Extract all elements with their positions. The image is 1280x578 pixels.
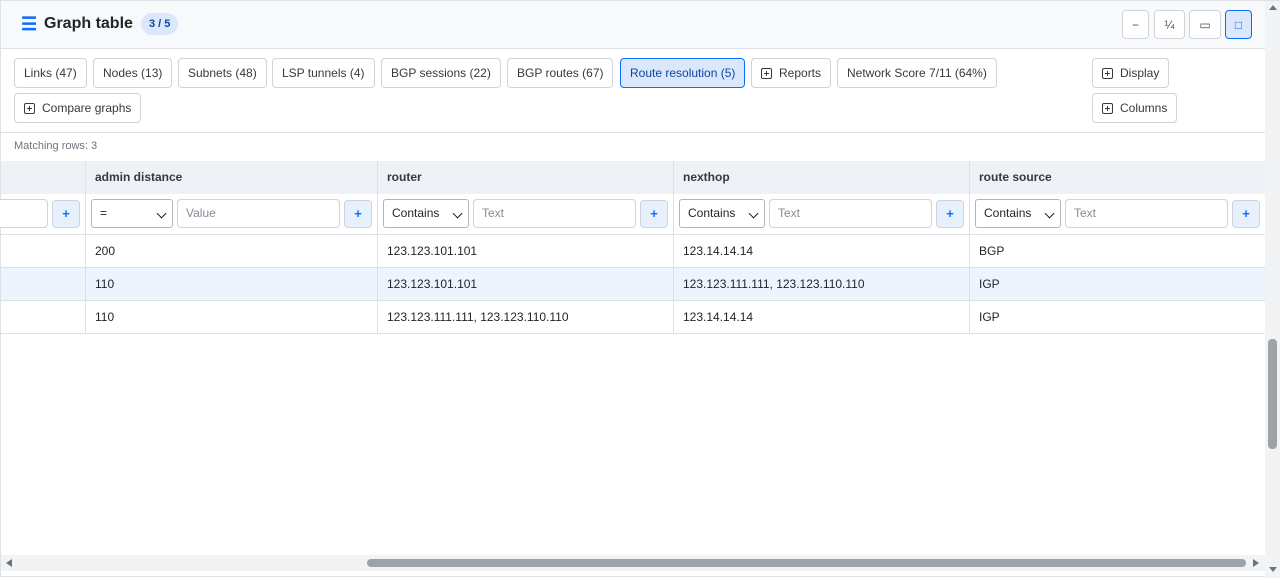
divider [1,132,1265,133]
cell-admin-distance: 110 [95,277,115,291]
vertical-scrollbar[interactable] [1265,1,1280,578]
half-size-button[interactable]: ▭ [1189,10,1221,39]
tab-bgp-sessions[interactable]: BGP sessions (22) [381,58,501,88]
tab-nodes[interactable]: Nodes (13) [93,58,173,88]
column-divider [673,161,674,334]
cell-admin-distance: 110 [95,310,115,324]
scroll-left-arrow-icon[interactable] [6,559,12,567]
table-row[interactable]: 200 123.123.101.101 123.14.14.14 BGP [1,235,1265,268]
cell-route-source: BGP [979,244,1005,258]
compare-graphs-label: Compare graphs [42,101,132,115]
panel-title: Graph table [44,15,133,32]
minimize-button[interactable]: − [1122,10,1149,39]
tab-subnets[interactable]: Subnets (48) [178,58,267,88]
route-source-operator-select[interactable]: Contains [975,199,1061,228]
add-filter-button[interactable]: + [1232,200,1260,228]
compare-graphs-button[interactable]: Compare graphs [14,93,142,123]
column-header-router[interactable]: router [378,161,674,194]
cell-nexthop: 123.123.111.111, 123.123.110.110 [683,277,865,291]
display-button[interactable]: Display [1092,58,1170,88]
column-divider [969,161,970,334]
reports-button[interactable]: Reports [751,58,832,88]
vertical-scrollbar-thumb[interactable] [1268,339,1277,449]
nexthop-operator-select[interactable]: Contains [679,199,765,228]
cell-router: 123.123.101.101 [387,277,478,291]
cell-route-source: IGP [979,310,1000,324]
expand-plus-icon [1102,102,1113,114]
tab-bgp-routes[interactable]: BGP routes (67) [507,58,614,88]
table-row[interactable]: 110 123.123.101.101 123.123.111.111, 123… [1,268,1265,301]
router-operator-select[interactable]: Contains [383,199,469,228]
scroll-up-arrow-icon[interactable] [1269,5,1277,10]
scroll-right-arrow-icon[interactable] [1253,559,1259,567]
router-filter-input[interactable]: Text [473,199,636,228]
hamburger-menu-icon[interactable]: ☰ [21,15,37,33]
quarter-size-button[interactable]: ¼ [1154,10,1185,39]
matching-rows-count: Matching rows: 3 [14,140,98,152]
admin-distance-filter-input[interactable]: Value [177,199,340,228]
cell-admin-distance: 200 [95,244,116,258]
expand-plus-icon [1102,67,1113,79]
filter-row: + = Value + Contains Text + Contains Tex… [0,194,1265,235]
scroll-down-arrow-icon[interactable] [1269,567,1277,572]
tab-network-score[interactable]: Network Score 7/11 (64%) [837,58,997,88]
cell-router: 123.123.101.101 [387,244,478,258]
graph-table-panel: ☰ Graph table 3 / 5 − ¼ ▭ □ Links (47) N… [0,0,1280,578]
route-source-filter-input[interactable]: Text [1065,199,1228,228]
reports-label: Reports [779,66,822,80]
column-divider [377,161,378,334]
add-filter-button[interactable]: + [640,200,668,228]
columns-label: Columns [1120,101,1168,115]
tab-route-resolution[interactable]: Route resolution (5) [620,58,746,88]
filter-input-hidden-column[interactable] [0,199,48,228]
horizontal-scrollbar-thumb[interactable] [367,559,1246,567]
admin-distance-operator-select[interactable]: = [91,199,173,228]
column-header-nexthop[interactable]: nexthop [674,161,970,194]
column-header-route-source[interactable]: route source [970,161,1265,194]
table-row[interactable]: 110 123.123.111.111, 123.123.110.110 123… [1,301,1265,334]
columns-button[interactable]: Columns [1092,93,1178,123]
maximize-button[interactable]: □ [1225,10,1252,39]
display-label: Display [1120,66,1160,80]
expand-plus-icon [24,102,35,114]
horizontal-scrollbar[interactable] [1,555,1265,571]
nexthop-filter-input[interactable]: Text [769,199,932,228]
add-filter-button[interactable]: + [52,200,80,228]
column-header-admin-distance[interactable]: admin distance [86,161,378,194]
page-count-badge: 3 / 5 [141,13,179,35]
panel-header: ☰ Graph table 3 / 5 − ¼ ▭ □ [1,1,1265,49]
add-filter-button[interactable]: + [936,200,964,228]
cell-nexthop: 123.14.14.14 [683,310,754,324]
tab-links[interactable]: Links (47) [14,58,87,88]
add-filter-button[interactable]: + [344,200,372,228]
expand-plus-icon [761,67,772,79]
cell-nexthop: 123.14.14.14 [683,244,754,258]
table-header: admin distance router nexthop route sour… [1,161,1265,194]
cell-route-source: IGP [979,277,1000,291]
tab-lsp-tunnels[interactable]: LSP tunnels (4) [272,58,375,88]
column-divider [85,161,86,334]
cell-router: 123.123.111.111, 123.123.110.110 [387,310,569,324]
